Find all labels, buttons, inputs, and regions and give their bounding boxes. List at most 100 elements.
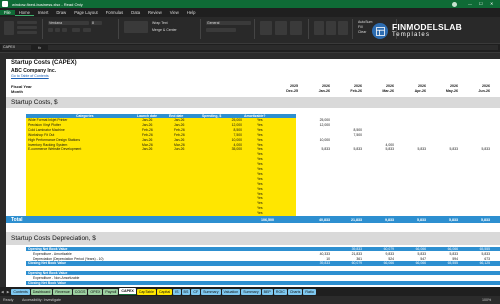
- table-row-category[interactable]: Inventory Racking System: [28, 143, 67, 147]
- sheet-tab[interactable]: Capital: [156, 288, 173, 295]
- menu-home[interactable]: Home: [14, 10, 34, 16]
- fill-color-button[interactable]: [72, 28, 80, 32]
- table-row-end[interactable]: Feb-26: [174, 128, 185, 132]
- table-row-amort[interactable]: Yes: [257, 192, 263, 196]
- table-row-amort[interactable]: Yes: [257, 172, 263, 176]
- sheet-tab[interactable]: Payroll: [103, 288, 119, 295]
- sheet-tab[interactable]: Valuation: [221, 288, 241, 295]
- format-painter-button[interactable]: [17, 31, 37, 34]
- table-row-amort[interactable]: Yes: [257, 182, 263, 186]
- table-row-spend[interactable]: 12,000: [232, 123, 242, 127]
- menu-draw[interactable]: Draw: [52, 10, 70, 15]
- table-row-spend[interactable]: 8,500: [234, 128, 243, 132]
- table-row-amort[interactable]: Yes: [257, 162, 263, 166]
- sheet-tab[interactable]: CAPEX: [119, 288, 136, 295]
- number-format-select[interactable]: General: [206, 21, 251, 25]
- format-cells-button[interactable]: [338, 21, 348, 35]
- sheet-tab[interactable]: Summary: [201, 288, 221, 295]
- table-row-end[interactable]: Jun-26: [174, 147, 184, 151]
- table-row-amort[interactable]: Yes: [257, 196, 263, 200]
- table-row-amort[interactable]: Yes: [257, 187, 263, 191]
- table-row-amort[interactable]: Yes: [257, 211, 263, 215]
- table-row-amort[interactable]: Yes: [257, 201, 263, 205]
- maximize-icon[interactable]: ☐: [479, 1, 483, 6]
- table-row-spend[interactable]: 4,000: [234, 143, 243, 147]
- align-buttons[interactable]: [124, 21, 148, 33]
- currency-buttons[interactable]: [206, 28, 236, 32]
- table-row-amort[interactable]: Yes: [257, 147, 263, 151]
- sheet-tab[interactable]: CF: [191, 288, 201, 295]
- menu-insert[interactable]: Insert: [34, 10, 52, 15]
- worksheet[interactable]: Startup Costs (CAPEX) ABC Company Inc. G…: [6, 59, 500, 287]
- table-row-category[interactable]: Precision Vinyl Plotter: [28, 123, 61, 127]
- font-size-select[interactable]: 8: [91, 21, 102, 25]
- table-row-category[interactable]: Cold Laminator Machine: [28, 128, 65, 132]
- menu-data[interactable]: Data: [127, 10, 144, 15]
- table-row-amort[interactable]: Yes: [257, 167, 263, 171]
- bold-button[interactable]: [48, 28, 53, 32]
- zoom-level[interactable]: 100%: [482, 296, 491, 304]
- minimize-icon[interactable]: —: [468, 1, 472, 6]
- table-row-amort[interactable]: Yes: [257, 206, 263, 210]
- sheet-tab[interactable]: Summary: [241, 288, 261, 295]
- table-row-spend[interactable]: 10,000: [232, 138, 242, 142]
- paste-button[interactable]: [4, 21, 14, 35]
- table-row-amort[interactable]: Yes: [257, 123, 263, 127]
- sheet-tab[interactable]: Dashboard: [30, 288, 53, 295]
- table-row-category[interactable]: High Performance Design Stations: [28, 138, 80, 142]
- table-row-end[interactable]: Jan-26: [174, 118, 184, 122]
- fill-button[interactable]: Fill: [358, 25, 362, 29]
- table-row-launch[interactable]: Feb-26: [142, 133, 153, 137]
- table-row-end[interactable]: Mar-26: [174, 143, 185, 147]
- underline-button[interactable]: [62, 28, 67, 32]
- wrap-text-button[interactable]: Wrap Text: [152, 21, 168, 25]
- table-row-launch[interactable]: Feb-26: [142, 128, 153, 132]
- table-row-spend[interactable]: 35,000: [232, 147, 242, 151]
- sheet-tab[interactable]: CapTable: [136, 288, 156, 295]
- table-row-amort[interactable]: Yes: [257, 143, 263, 147]
- name-box[interactable]: CAPEX: [2, 45, 31, 50]
- conditional-formatting-button[interactable]: [260, 21, 272, 35]
- sheet-tab[interactable]: Contents: [11, 288, 30, 295]
- table-row-launch[interactable]: Mar-26: [142, 143, 153, 147]
- sheet-tab[interactable]: OPEX: [88, 288, 103, 295]
- italic-button[interactable]: [55, 28, 60, 32]
- accessibility-status[interactable]: Accessibility: Investigate: [22, 296, 61, 304]
- menu-help[interactable]: Help: [183, 10, 200, 15]
- avatar[interactable]: [452, 1, 457, 7]
- menu-formulas[interactable]: Formulas: [102, 10, 127, 15]
- sheet-tab[interactable]: ROIC: [273, 288, 287, 295]
- table-row-launch[interactable]: Jan-26: [142, 147, 152, 151]
- menu-page-layout[interactable]: Page Layout: [70, 10, 102, 15]
- cut-button[interactable]: [17, 21, 37, 24]
- table-row-amort[interactable]: Yes: [257, 138, 263, 142]
- table-row-end[interactable]: Jan-26: [174, 138, 184, 142]
- font-name-select[interactable]: Verdana: [48, 21, 89, 25]
- copy-button[interactable]: [17, 26, 37, 29]
- menu-review[interactable]: Review: [144, 10, 166, 15]
- table-row-amort[interactable]: Yes: [257, 128, 263, 132]
- scroll-right-icon[interactable]: ▶: [6, 290, 11, 294]
- table-row-amort[interactable]: Yes: [257, 177, 263, 181]
- sheet-tab[interactable]: IS: [173, 288, 181, 295]
- delete-cells-button[interactable]: [326, 21, 336, 35]
- format-as-table-button[interactable]: [275, 21, 287, 35]
- sheet-tab[interactable]: BEP: [261, 288, 273, 295]
- sheet-tab[interactable]: Revenue: [53, 288, 72, 295]
- clear-button[interactable]: Clear: [358, 30, 366, 34]
- table-row-spend[interactable]: 25,000: [232, 118, 242, 122]
- menu-file[interactable]: File: [0, 10, 15, 15]
- insert-cells-button[interactable]: [314, 21, 324, 35]
- sheet-tab[interactable]: COGS: [72, 288, 88, 295]
- toc-link[interactable]: Go to Table of Contents: [11, 74, 49, 78]
- table-row-launch[interactable]: Jan-26: [142, 123, 152, 127]
- table-row-amort[interactable]: Yes: [257, 118, 263, 122]
- sheet-tab[interactable]: Ratio: [303, 288, 316, 295]
- table-row-end[interactable]: Jan-26: [174, 123, 184, 127]
- table-row-launch[interactable]: Jan-26: [142, 118, 152, 122]
- sheet-tab[interactable]: Charts: [287, 288, 303, 295]
- table-row-launch[interactable]: Jan-26: [142, 138, 152, 142]
- table-row-amort[interactable]: Yes: [257, 133, 263, 137]
- input-area[interactable]: [26, 118, 296, 216]
- table-row-amort[interactable]: Yes: [257, 157, 263, 161]
